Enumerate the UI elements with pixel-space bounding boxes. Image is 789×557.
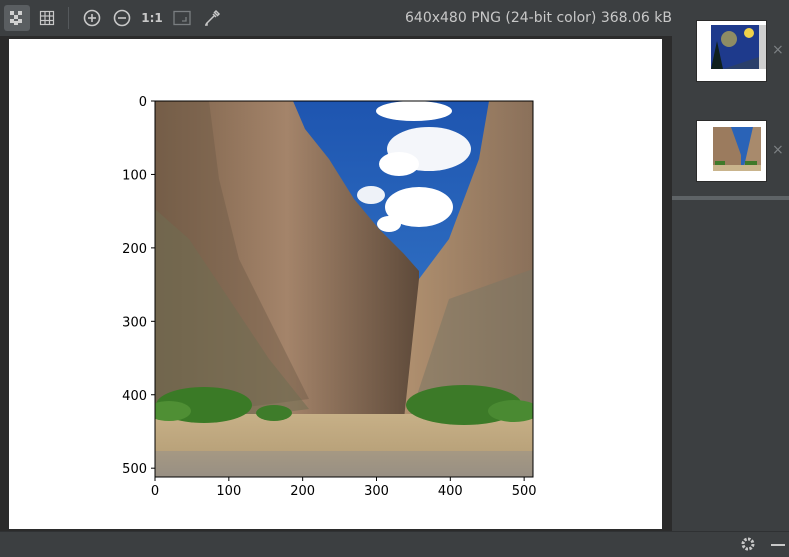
zoom-in-icon[interactable] <box>79 5 105 31</box>
canyon-plot-thumbnail[interactable] <box>696 120 767 182</box>
y-axis: 0 100 200 300 400 500 <box>122 95 155 477</box>
x-tick-label: 500 <box>512 484 537 499</box>
starry-night-thumbnail[interactable] <box>696 20 767 82</box>
y-tick-label: 100 <box>122 168 147 183</box>
actual-size-button[interactable]: 1:1 <box>139 5 165 31</box>
y-tick-label: 0 <box>139 95 147 110</box>
checkerboard-icon[interactable] <box>4 5 30 31</box>
toolbar-separator <box>68 7 69 29</box>
gear-icon[interactable] <box>739 535 757 557</box>
plot-figure: 0 100 200 300 400 500 0 100 200 300 400 500 <box>9 39 662 529</box>
x-tick-label: 0 <box>151 484 159 499</box>
thumbnail-sidebar: × × <box>672 0 789 531</box>
status-bar <box>0 531 789 556</box>
color-picker-icon[interactable] <box>199 5 225 31</box>
grid-icon[interactable] <box>34 5 60 31</box>
image-info: 640x480 PNG (24-bit color) 368.06 kB <box>405 10 672 26</box>
y-tick-label: 200 <box>122 242 147 257</box>
y-tick-label: 300 <box>122 315 147 330</box>
x-axis: 0 100 200 300 400 500 <box>151 477 537 499</box>
x-tick-label: 200 <box>290 484 315 499</box>
x-tick-label: 400 <box>438 484 463 499</box>
close-thumbnail-2-icon[interactable]: × <box>772 142 784 158</box>
image-canvas[interactable]: 0 100 200 300 400 500 0 100 200 300 400 500 <box>0 36 672 531</box>
actual-size-label: 1:1 <box>141 11 163 25</box>
x-tick-label: 300 <box>364 484 389 499</box>
toolbar: 1:1 640x480 PNG (24-bit color) 368.06 kB <box>0 0 672 36</box>
sidebar-divider <box>672 196 789 200</box>
plot-image <box>155 101 533 477</box>
x-tick-label: 100 <box>216 484 241 499</box>
y-tick-label: 400 <box>122 389 147 404</box>
y-tick-label: 500 <box>122 462 147 477</box>
fit-to-window-icon[interactable] <box>169 5 195 31</box>
minimize-icon[interactable] <box>771 544 785 546</box>
zoom-out-icon[interactable] <box>109 5 135 31</box>
close-thumbnail-1-icon[interactable]: × <box>772 42 784 58</box>
